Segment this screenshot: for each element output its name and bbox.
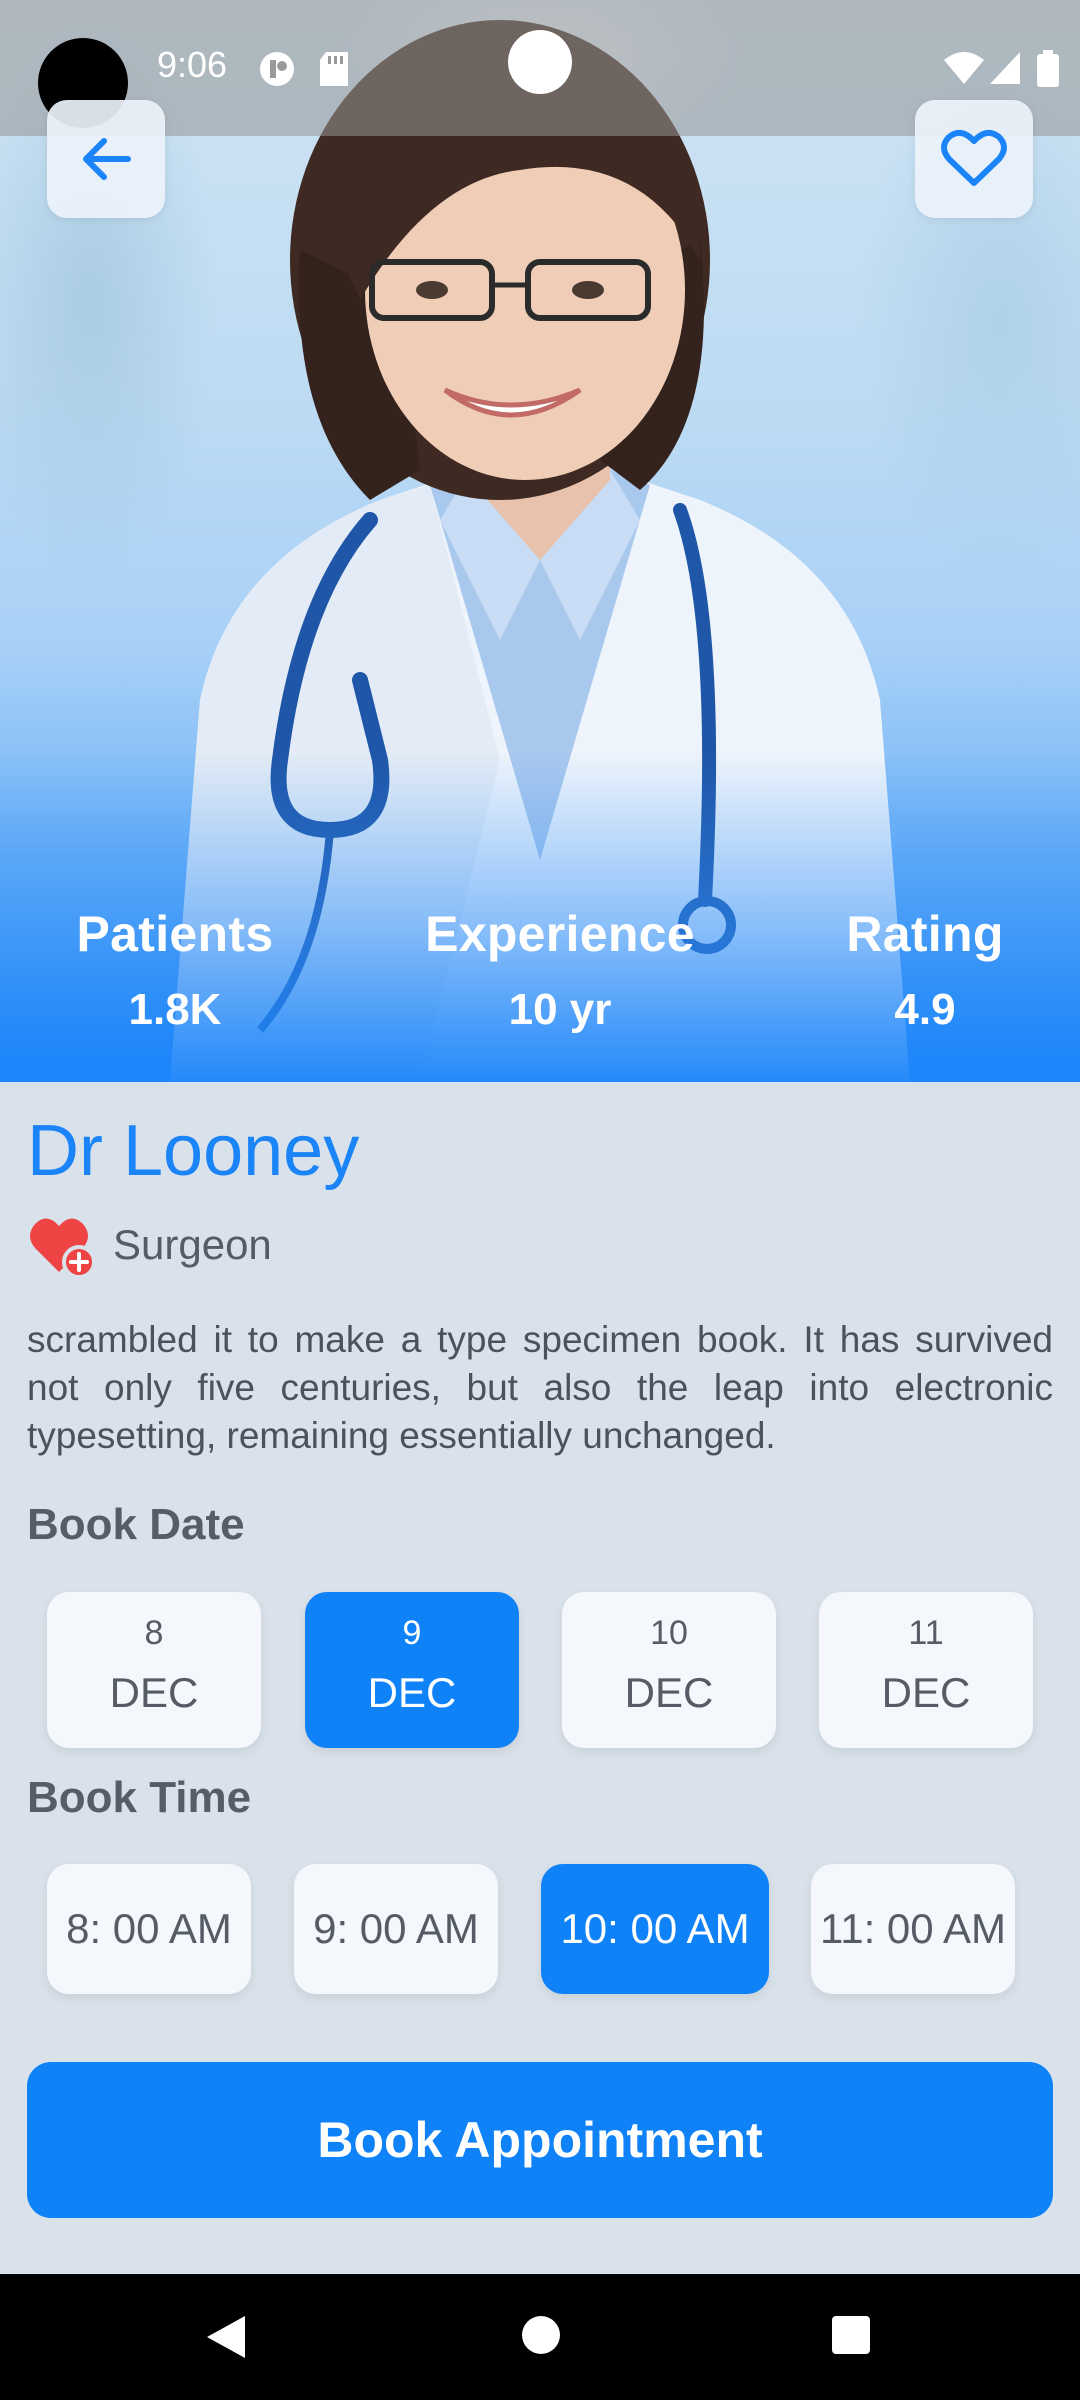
time-option[interactable]: 9: 00 AM <box>294 1864 498 1994</box>
signal-icon <box>990 52 1020 84</box>
date-day: 8 <box>144 1614 164 1652</box>
doctor-description: scrambled it to make a type specimen boo… <box>27 1319 1053 1456</box>
date-day: 9 <box>402 1614 422 1652</box>
stat-label: Rating <box>846 906 1004 962</box>
book-appointment-button[interactable]: Book Appointment <box>27 2062 1053 2218</box>
specialty-row: Surgeon <box>27 1210 272 1280</box>
date-option[interactable]: 11 DEC <box>819 1592 1033 1748</box>
date-month: DEC <box>109 1669 199 1716</box>
stat-value: 10 yr <box>508 985 612 1034</box>
stat-value: 4.9 <box>894 985 956 1034</box>
stat-value: 1.8K <box>128 985 222 1034</box>
battery-icon <box>1037 50 1059 87</box>
stat-label: Experience <box>425 906 695 962</box>
specialty-label: Surgeon <box>113 1221 272 1268</box>
nav-recents-icon[interactable] <box>830 2314 872 2356</box>
time-option-selected[interactable]: 10: 00 AM <box>541 1864 769 1994</box>
book-date-title: Book Date <box>27 1500 245 1549</box>
book-time-title: Book Time <box>27 1773 252 1822</box>
nav-back-icon[interactable] <box>205 2314 247 2360</box>
heart-outline-icon <box>941 129 1007 186</box>
time-option[interactable]: 11: 00 AM <box>811 1864 1015 1994</box>
date-option[interactable]: 10 DEC <box>562 1592 776 1748</box>
date-month: DEC <box>367 1669 457 1716</box>
stat-rating: Rating 4.9 <box>820 905 1030 1035</box>
sd-card-icon <box>320 52 348 86</box>
wifi-icon <box>944 52 984 84</box>
favorite-button[interactable] <box>915 100 1033 218</box>
stat-experience: Experience 10 yr <box>420 905 700 1035</box>
system-nav-bar <box>0 2274 1080 2400</box>
date-month: DEC <box>624 1669 714 1716</box>
time-option[interactable]: 8: 00 AM <box>47 1864 251 1994</box>
doctor-name: Dr Looney <box>27 1111 360 1191</box>
back-button[interactable] <box>47 100 165 218</box>
status-time: 9:06 <box>157 44 228 85</box>
nav-home-icon[interactable] <box>520 2314 562 2356</box>
arrow-left-icon <box>83 138 131 180</box>
stat-label: Patients <box>76 906 274 962</box>
notification-app-icon <box>260 52 294 86</box>
date-option-selected[interactable]: 9 DEC <box>305 1592 519 1748</box>
heart-plus-icon <box>30 1218 96 1279</box>
date-month: DEC <box>881 1669 971 1716</box>
notification-dot <box>508 30 572 94</box>
date-day: 11 <box>908 1614 944 1652</box>
date-option[interactable]: 8 DEC <box>47 1592 261 1748</box>
date-day: 10 <box>650 1614 688 1652</box>
stat-patients: Patients 1.8K <box>60 905 290 1035</box>
